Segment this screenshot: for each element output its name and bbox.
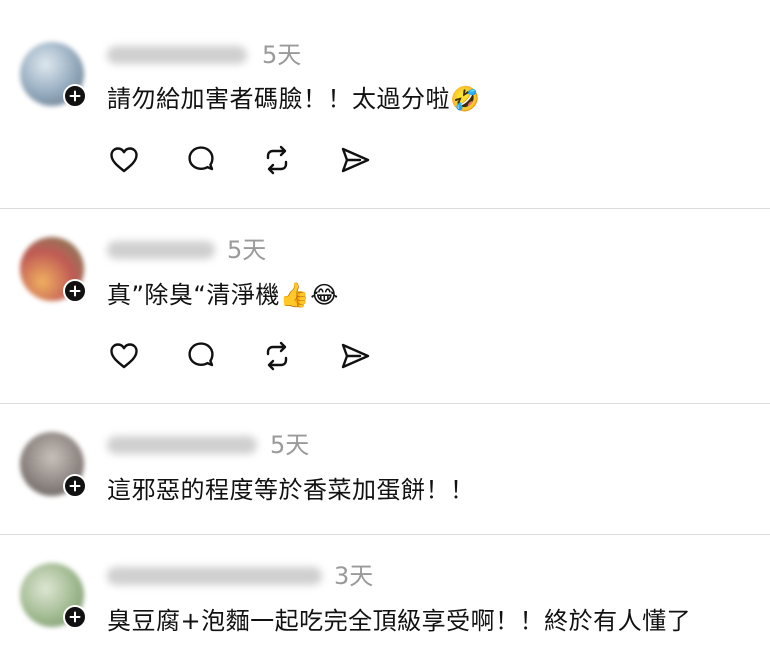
comment-bubble-icon[interactable] bbox=[184, 143, 218, 177]
avatar[interactable] bbox=[20, 563, 87, 629]
timestamp: 5天 bbox=[270, 431, 310, 459]
repost-icon[interactable] bbox=[260, 339, 294, 373]
username[interactable] bbox=[107, 567, 322, 585]
comment-item: 5天 請勿給加害者碼臉！！太過分啦🤣 bbox=[0, 0, 770, 208]
send-icon[interactable] bbox=[338, 339, 372, 373]
username[interactable] bbox=[107, 436, 257, 454]
comment-item: 5天 這邪惡的程度等於香菜加蛋餅！！ bbox=[0, 404, 770, 534]
avatar[interactable] bbox=[20, 237, 87, 303]
comment-text: 真”除臭“清淨機👍😂 bbox=[107, 281, 339, 309]
username[interactable] bbox=[107, 241, 215, 259]
timestamp: 5天 bbox=[227, 236, 267, 264]
avatar[interactable] bbox=[20, 432, 87, 498]
timestamp: 3天 bbox=[334, 562, 374, 590]
timestamp: 5天 bbox=[262, 41, 302, 69]
heart-icon[interactable] bbox=[107, 339, 141, 373]
comment-item: 5天 真”除臭“清淨機👍😂 bbox=[0, 209, 770, 403]
comment-text: 請勿給加害者碼臉！！太過分啦🤣 bbox=[107, 85, 481, 113]
comment-bubble-icon[interactable] bbox=[184, 339, 218, 373]
follow-plus-icon[interactable] bbox=[63, 279, 87, 303]
comment-text: 這邪惡的程度等於香菜加蛋餅！！ bbox=[107, 476, 475, 504]
follow-plus-icon[interactable] bbox=[63, 605, 87, 629]
comment-item: 3天 臭豆腐+泡麵一起吃完全頂級享受啊！！終於有人懂了 bbox=[0, 535, 770, 670]
send-icon[interactable] bbox=[338, 143, 372, 177]
username[interactable] bbox=[107, 46, 247, 64]
comment-text: 臭豆腐+泡麵一起吃完全頂級享受啊！！終於有人懂了 bbox=[107, 607, 692, 635]
follow-plus-icon[interactable] bbox=[63, 84, 87, 108]
follow-plus-icon[interactable] bbox=[63, 474, 87, 498]
heart-icon[interactable] bbox=[107, 143, 141, 177]
avatar[interactable] bbox=[20, 42, 87, 108]
comment-thread: 5天 請勿給加害者碼臉！！太過分啦🤣 5天 真”除臭“清淨機👍😂 5天 這邪惡的… bbox=[0, 0, 770, 670]
repost-icon[interactable] bbox=[260, 143, 294, 177]
